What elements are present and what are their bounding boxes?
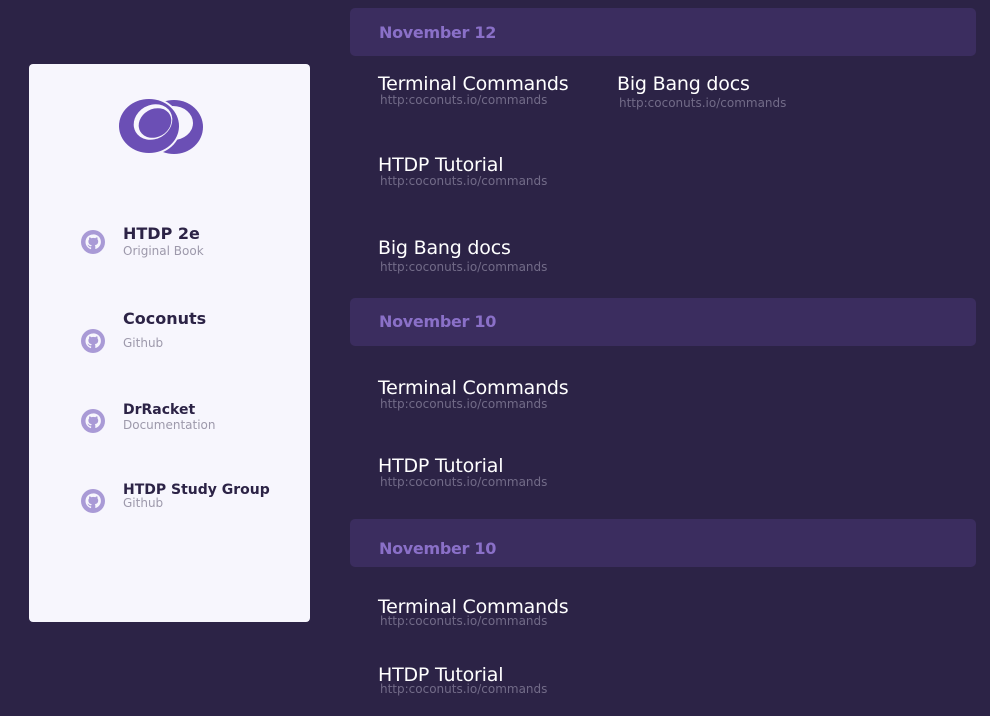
- bookmark-url: http:coconuts.io/commands: [380, 397, 548, 411]
- github-icon: [81, 329, 105, 353]
- bookmark-title: Terminal Commands: [378, 73, 569, 95]
- sidebar-item-drracket[interactable]: DrRacket Documentation: [81, 402, 301, 449]
- github-icon: [81, 489, 105, 513]
- bookmark-link[interactable]: HTDP Tutorial http:coconuts.io/commands: [378, 154, 547, 188]
- section-header-date: November 10: [350, 298, 976, 346]
- bookmark-url: http:coconuts.io/commands: [619, 96, 787, 110]
- sidebar-item-htdp-study-group[interactable]: HTDP Study Group Github: [81, 482, 301, 529]
- bookmark-link[interactable]: HTDP Tutorial http:coconuts.io/commands: [378, 455, 547, 489]
- section-date: November 12: [379, 23, 497, 42]
- sidebar-item-coconuts[interactable]: Coconuts Github: [81, 309, 301, 369]
- section-date: November 10: [379, 539, 497, 558]
- bookmark-title: Terminal Commands: [378, 377, 569, 399]
- section-header-date: November 12: [350, 8, 976, 56]
- bookmark-link[interactable]: Terminal Commands http:coconuts.io/comma…: [378, 596, 569, 628]
- github-icon: [81, 409, 105, 433]
- bookmark-link[interactable]: Terminal Commands http:coconuts.io/comma…: [378, 73, 569, 107]
- bookmark-url: http:coconuts.io/commands: [380, 682, 548, 696]
- github-icon: [81, 230, 105, 254]
- bookmark-title: HTDP Tutorial: [378, 455, 504, 477]
- bookmark-link[interactable]: HTDP Tutorial http:coconuts.io/commands: [378, 664, 547, 696]
- bookmark-url: http:coconuts.io/commands: [380, 260, 548, 274]
- bookmark-url: http:coconuts.io/commands: [380, 174, 548, 188]
- sidebar-item-title: Coconuts: [123, 309, 207, 328]
- sidebar: HTDP 2e Original Book Coconuts Github Dr…: [29, 64, 310, 622]
- sidebar-item-title: DrRacket: [123, 402, 196, 418]
- sidebar-item-title: HTDP 2e: [123, 224, 200, 243]
- bookmark-link[interactable]: Terminal Commands http:coconuts.io/comma…: [378, 377, 569, 411]
- bookmark-url: http:coconuts.io/commands: [380, 614, 548, 628]
- bookmark-link[interactable]: Big Bang docs http:coconuts.io/commands: [378, 237, 547, 274]
- bookmark-link[interactable]: Big Bang docs http:coconuts.io/commands: [617, 73, 786, 110]
- section-date: November 10: [379, 312, 497, 331]
- bookmark-url: http:coconuts.io/commands: [380, 475, 548, 489]
- bookmark-url: http:coconuts.io/commands: [380, 93, 548, 107]
- section-header-date: November 10: [350, 519, 976, 567]
- sidebar-item-subtitle: Original Book: [123, 244, 204, 258]
- sidebar-item-subtitle: Github: [123, 336, 164, 350]
- sidebar-item-subtitle: Github: [123, 496, 164, 510]
- bookmark-title: Big Bang docs: [617, 73, 750, 95]
- sidebar-item-subtitle: Documentation: [123, 418, 216, 432]
- sidebar-item-htdp-2e[interactable]: HTDP 2e Original Book: [81, 224, 301, 270]
- bookmark-title: HTDP Tutorial: [378, 154, 504, 176]
- coconut-logo-icon: [117, 97, 203, 155]
- bookmark-title: Big Bang docs: [378, 237, 511, 259]
